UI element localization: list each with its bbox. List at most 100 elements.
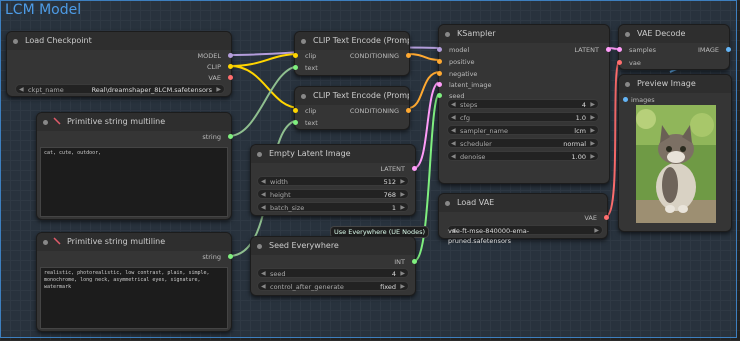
decrement-icon[interactable]: ◀ — [451, 152, 456, 162]
empty-latent-title[interactable]: Empty Latent Image — [251, 145, 415, 163]
output-string-socket[interactable] — [228, 134, 233, 139]
increment-icon[interactable]: ▶ — [590, 152, 595, 162]
chevron-right-icon[interactable]: ▶ — [216, 85, 221, 95]
clip-encode-title-1[interactable]: CLIP Text Encode (Prompt) — [295, 32, 409, 50]
output-vae-socket[interactable] — [228, 75, 233, 80]
steps-value: 4 — [581, 101, 586, 109]
decrement-icon[interactable]: ◀ — [451, 113, 456, 123]
input-samples-label: samples — [629, 46, 657, 54]
vae-name-combo[interactable]: ◀ vae-ft-mse-840000-ema-pruned.safetenso… — [447, 225, 603, 245]
input-images-socket[interactable] — [623, 97, 628, 102]
load-checkpoint-node[interactable]: Load Checkpoint MODEL CLIP VAE ◀ ckpt_na… — [6, 31, 233, 97]
collapse-dot-icon[interactable] — [301, 39, 306, 44]
ckpt-name-combo[interactable]: ◀ ckpt_name Real\dreamshaper_8LCM.safete… — [15, 84, 225, 94]
output-clip-socket[interactable] — [228, 64, 233, 69]
seed-everywhere-title[interactable]: Seed Everywhere — [251, 237, 415, 255]
chevron-right-icon[interactable]: ▶ — [594, 226, 599, 236]
collapse-dot-icon[interactable] — [625, 32, 630, 37]
clip-text-encode-node-1[interactable]: CLIP Text Encode (Prompt) clip text COND… — [293, 31, 411, 76]
scheduler-value: normal — [563, 140, 586, 148]
preview-image-title[interactable]: Preview Image — [619, 75, 731, 93]
increment-icon[interactable]: ▶ — [590, 100, 595, 110]
ksampler-node[interactable]: KSampler model positive negative latent_… — [437, 24, 611, 184]
scheduler-combo[interactable]: ◀ scheduler normal ▶ — [447, 138, 599, 148]
vae-decode-title[interactable]: VAE Decode — [619, 25, 729, 43]
chevron-left-icon[interactable]: ◀ — [451, 139, 456, 149]
decrement-icon[interactable]: ◀ — [261, 190, 266, 200]
steps-widget[interactable]: ◀ steps 4 ▶ — [447, 99, 599, 109]
output-latent-label: LATENT — [380, 165, 405, 173]
collapse-dot-icon[interactable] — [257, 244, 262, 249]
batch-size-widget[interactable]: ◀ batch_size 1 ▶ — [257, 202, 409, 212]
chevron-right-icon[interactable]: ▶ — [590, 139, 595, 149]
height-widget[interactable]: ◀ height 768 ▶ — [257, 189, 409, 199]
sampler-name-combo[interactable]: ◀ sampler_name lcm ▶ — [447, 125, 599, 135]
collapse-dot-icon[interactable] — [445, 32, 450, 37]
input-text-socket[interactable] — [293, 120, 298, 125]
increment-icon[interactable]: ▶ — [400, 177, 405, 187]
output-conditioning-socket[interactable] — [406, 53, 411, 58]
output-latent-socket[interactable] — [606, 47, 611, 52]
load-vae-title[interactable]: Load VAE — [439, 194, 607, 212]
decrement-icon[interactable]: ◀ — [261, 269, 266, 279]
increment-icon[interactable]: ▶ — [400, 190, 405, 200]
seed-everywhere-node[interactable]: Seed Everywhere INT ◀ seed 4 ▶ ◀ control… — [250, 236, 417, 296]
seed-widget[interactable]: ◀ seed 4 ▶ — [257, 268, 409, 278]
collapse-dot-icon[interactable] — [301, 94, 306, 99]
vae-decode-node[interactable]: VAE Decode samples vae IMAGE — [617, 24, 731, 70]
chevron-left-icon[interactable]: ◀ — [261, 282, 266, 292]
output-model-socket[interactable] — [228, 53, 233, 58]
input-positive-socket[interactable] — [437, 59, 442, 64]
input-latent-image-socket[interactable] — [437, 82, 442, 87]
input-text-socket[interactable] — [293, 65, 298, 70]
cfg-widget[interactable]: ◀ cfg 1.0 ▶ — [447, 112, 599, 122]
primitive-string-title-1[interactable]: Primitive string multiline — [37, 113, 231, 131]
output-string-socket[interactable] — [228, 254, 233, 259]
output-latent-socket[interactable] — [412, 166, 417, 171]
decrement-icon[interactable]: ◀ — [261, 177, 266, 187]
output-vae-socket[interactable] — [604, 215, 609, 220]
collapse-dot-icon[interactable] — [257, 152, 262, 157]
decrement-icon[interactable]: ◀ — [261, 203, 266, 213]
primitive-string-node-2[interactable]: Primitive string multiline string realis… — [36, 232, 233, 332]
prompt-text-area[interactable]: cat, cute, outdoor, — [40, 147, 228, 217]
primitive-string-title-2[interactable]: Primitive string multiline — [37, 233, 231, 251]
input-seed-socket[interactable] — [437, 93, 442, 98]
empty-latent-image-node[interactable]: Empty Latent Image LATENT ◀ width 512 ▶ … — [250, 144, 417, 216]
load-checkpoint-title[interactable]: Load Checkpoint — [7, 32, 231, 50]
input-negative-socket[interactable] — [437, 71, 442, 76]
graph-canvas[interactable]: LCM Model Load Checkpoint MODEL CLIP VAE… — [0, 0, 740, 341]
output-conditioning-socket[interactable] — [406, 108, 411, 113]
load-vae-node[interactable]: Load VAE VAE ◀ vae-ft-mse-840000-ema-pru… — [438, 193, 609, 245]
decrement-icon[interactable]: ◀ — [451, 100, 456, 110]
increment-icon[interactable]: ▶ — [590, 113, 595, 123]
output-image-socket[interactable] — [726, 47, 731, 52]
clip-encode-title-2[interactable]: CLIP Text Encode (Prompt) — [295, 87, 409, 105]
collapse-dot-icon[interactable] — [43, 120, 48, 125]
collapse-dot-icon[interactable] — [445, 201, 450, 206]
width-widget[interactable]: ◀ width 512 ▶ — [257, 176, 409, 186]
input-clip-socket[interactable] — [293, 108, 298, 113]
increment-icon[interactable]: ▶ — [400, 203, 405, 213]
input-samples-socket[interactable] — [617, 47, 622, 52]
chevron-right-icon[interactable]: ▶ — [590, 126, 595, 136]
chevron-left-icon[interactable]: ◀ — [19, 85, 24, 95]
clip-text-encode-node-2[interactable]: CLIP Text Encode (Prompt) clip text COND… — [293, 86, 411, 130]
chevron-left-icon[interactable]: ◀ — [451, 126, 456, 136]
collapse-dot-icon[interactable] — [625, 82, 630, 87]
control-after-generate-combo[interactable]: ◀ control_after_generate fixed ▶ — [257, 281, 409, 291]
increment-icon[interactable]: ▶ — [400, 269, 405, 279]
output-int-socket[interactable] — [412, 259, 417, 264]
input-vae-socket[interactable] — [617, 60, 622, 65]
collapse-dot-icon[interactable] — [13, 39, 18, 44]
primitive-string-node-1[interactable]: Primitive string multiline string cat, c… — [36, 112, 233, 220]
seed-label: seed — [270, 270, 286, 278]
negative-prompt-text-area[interactable]: realistic, photorealistic, low contrast,… — [40, 267, 228, 329]
collapse-dot-icon[interactable] — [43, 240, 48, 245]
chevron-right-icon[interactable]: ▶ — [400, 282, 405, 292]
width-label: width — [270, 178, 288, 186]
ksampler-title[interactable]: KSampler — [439, 25, 609, 43]
input-model-socket[interactable] — [437, 47, 442, 52]
input-clip-socket[interactable] — [293, 53, 298, 58]
denoise-widget[interactable]: ◀ denoise 1.00 ▶ — [447, 151, 599, 161]
